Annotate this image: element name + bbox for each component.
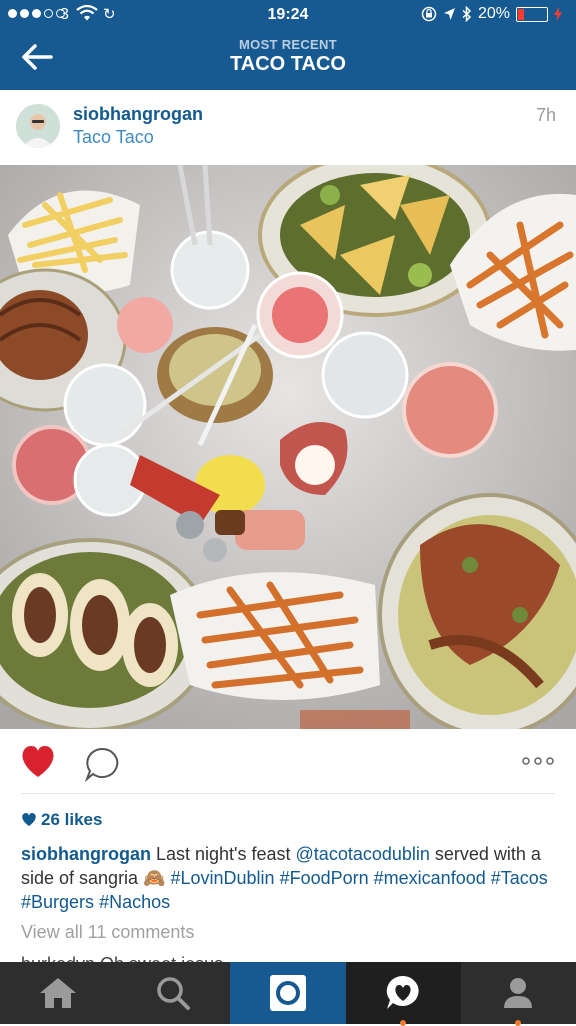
activity-heart-icon [386, 975, 419, 1009]
hashtag[interactable]: #Nachos [99, 892, 170, 912]
charging-bolt-icon [554, 7, 562, 21]
more-options-button[interactable] [520, 753, 556, 769]
caption-mention[interactable]: @tacotacodublin [296, 844, 430, 864]
tab-profile[interactable] [461, 962, 576, 1026]
caption-username[interactable]: siobhangrogan [21, 844, 151, 864]
comment-peek: burkedvp Oh sweet jesus [21, 954, 223, 962]
post-username[interactable]: siobhangrogan [73, 104, 203, 125]
tab-camera[interactable] [230, 962, 346, 1024]
notification-dot [400, 1020, 407, 1026]
status-bar: 3 ↻ 19:24 20% [0, 0, 576, 30]
header-bar: 3 ↻ 19:24 20% MOST RECENT TACO TACO [0, 0, 576, 90]
nav-title: TACO TACO [230, 53, 346, 75]
like-button[interactable] [19, 745, 57, 779]
view-all-comments-link[interactable]: View all 11 comments [21, 922, 194, 943]
ellipsis-icon [522, 757, 554, 765]
fries-basket-bottom [170, 572, 380, 700]
post-age: 7h [535, 105, 556, 125]
tab-home[interactable] [0, 962, 115, 1024]
camera-icon [269, 975, 306, 1011]
comment-bubble-icon [84, 747, 119, 783]
nav-subtitle: MOST RECENT [239, 37, 337, 52]
search-icon [157, 977, 190, 1010]
location-arrow-icon [443, 8, 455, 20]
tacos-plate-left [0, 538, 212, 729]
likes-label: 26 likes [41, 810, 103, 829]
orientation-lock-icon [421, 6, 437, 22]
tab-activity[interactable] [345, 962, 461, 1026]
tab-bar [0, 962, 576, 1026]
hashtag[interactable]: #LovinDublin [170, 868, 274, 888]
avatar[interactable] [16, 104, 60, 148]
home-icon [39, 978, 76, 1008]
caption-text: Last night's feast [151, 844, 296, 864]
hashtag[interactable]: #FoodPorn [280, 868, 369, 888]
profile-icon [504, 978, 533, 1008]
likes-count[interactable]: 26 likes [21, 810, 102, 830]
tab-search[interactable] [115, 962, 230, 1024]
hashtag[interactable]: #mexicanfood [374, 868, 486, 888]
hashtag[interactable]: #Tacos [491, 868, 548, 888]
bluetooth-icon [462, 6, 472, 22]
status-right: 20% [421, 5, 562, 23]
post-location[interactable]: Taco Taco [73, 127, 154, 148]
divider [21, 793, 555, 794]
comment-button[interactable] [84, 746, 120, 783]
heart-icon [22, 746, 54, 777]
small-heart-icon [22, 813, 36, 826]
battery-icon [516, 6, 548, 22]
post-photo[interactable] [0, 165, 576, 729]
battery-percent: 20% [477, 5, 510, 22]
hashtag[interactable]: #Burgers [21, 892, 94, 912]
post-caption: siobhangrogan Last night's feast @tacota… [21, 842, 561, 914]
notification-dot [515, 1020, 522, 1026]
